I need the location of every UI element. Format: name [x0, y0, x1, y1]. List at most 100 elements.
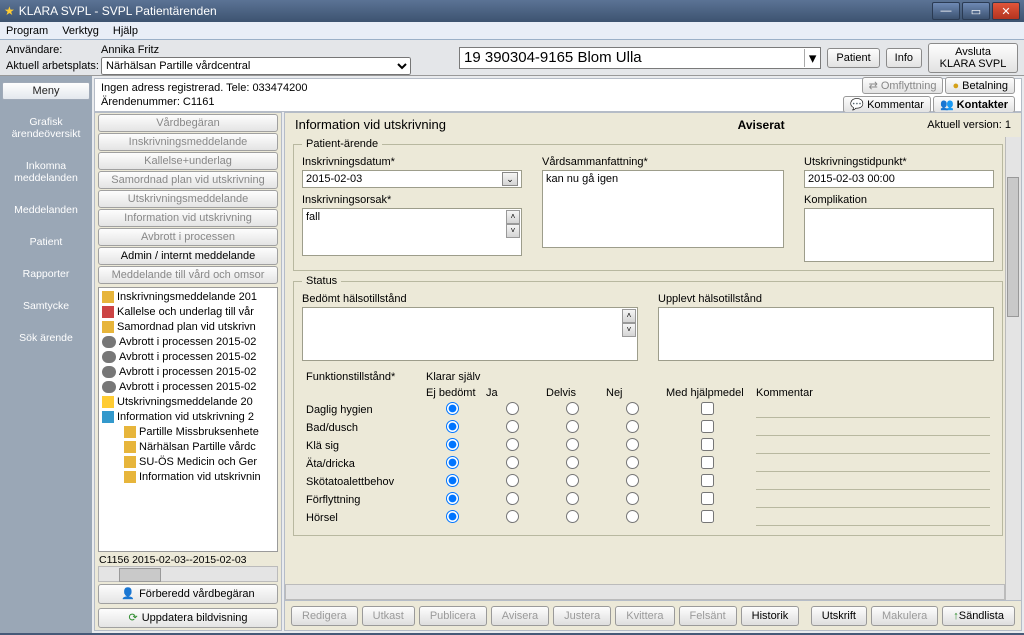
- spin-up-icon[interactable]: ˄: [622, 309, 636, 323]
- kommentar-field[interactable]: [756, 456, 990, 472]
- tree-item-0[interactable]: Inskrivningsmeddelande 201: [100, 289, 276, 304]
- patient-combo[interactable]: 19 390304-9165 Blom Ulla ▾: [459, 47, 821, 69]
- tree-item-4[interactable]: Avbrott i processen 2015-02: [100, 349, 276, 364]
- radio-ja[interactable]: [506, 492, 519, 505]
- radio-nej[interactable]: [626, 474, 639, 487]
- sidebar-item-5[interactable]: Samtycke: [0, 290, 92, 322]
- spin-down-icon[interactable]: ˅: [506, 224, 520, 238]
- radio-nej[interactable]: [626, 420, 639, 433]
- radio-ej[interactable]: [446, 402, 459, 415]
- patient-button[interactable]: Patient: [827, 48, 879, 68]
- radio-nej[interactable]: [626, 456, 639, 469]
- bottom-button-historik[interactable]: Historik: [741, 606, 800, 626]
- inskr-orsak-field[interactable]: fall ˄˅: [302, 208, 522, 256]
- kommentar-field[interactable]: [756, 420, 990, 436]
- quit-button[interactable]: Avsluta KLARA SVPL: [928, 43, 1018, 73]
- maximize-button[interactable]: ▭: [962, 2, 990, 20]
- close-button[interactable]: ✕: [992, 2, 1020, 20]
- kommentar-field[interactable]: [756, 510, 990, 526]
- action-button-0[interactable]: Vårdbegäran: [98, 114, 278, 132]
- tree-item-9[interactable]: Partille Missbruksenhete: [100, 424, 276, 439]
- update-view-button[interactable]: ⟳Uppdatera bildvisning: [98, 608, 278, 628]
- case-tree[interactable]: Inskrivningsmeddelande 201Kallelse och u…: [98, 287, 278, 552]
- radio-ej[interactable]: [446, 492, 459, 505]
- check-hjalp[interactable]: [701, 402, 714, 415]
- kompl-field[interactable]: [804, 208, 994, 262]
- radio-delvis[interactable]: [566, 474, 579, 487]
- radio-ja[interactable]: [506, 510, 519, 523]
- prepared-request-button[interactable]: 👤Förberedd vårdbegäran: [98, 584, 278, 604]
- radio-ej[interactable]: [446, 474, 459, 487]
- action-button-2[interactable]: Kallelse+underlag: [98, 152, 278, 170]
- betalning-button[interactable]: ●Betalning: [945, 77, 1015, 94]
- radio-ja[interactable]: [506, 456, 519, 469]
- kommentar-field[interactable]: [756, 492, 990, 508]
- action-button-5[interactable]: Information vid utskrivning: [98, 209, 278, 227]
- omflyttning-button[interactable]: ⇄Omflyttning: [862, 77, 944, 94]
- check-hjalp[interactable]: [701, 492, 714, 505]
- radio-nej[interactable]: [626, 438, 639, 451]
- tree-hscroll[interactable]: [98, 566, 278, 582]
- radio-delvis[interactable]: [566, 510, 579, 523]
- utskrift-button[interactable]: Utskrift: [811, 606, 867, 626]
- tree-item-12[interactable]: Information vid utskrivnin: [100, 469, 276, 484]
- vss-field[interactable]: kan nu gå igen: [542, 170, 784, 248]
- tree-item-11[interactable]: SU-ÖS Medicin och Ger: [100, 454, 276, 469]
- menu-hjalp[interactable]: Hjälp: [113, 25, 138, 37]
- radio-nej[interactable]: [626, 510, 639, 523]
- upplevt-field[interactable]: [658, 307, 994, 361]
- check-hjalp[interactable]: [701, 456, 714, 469]
- bedomt-field[interactable]: ˄˅: [302, 307, 638, 361]
- spin-up-icon[interactable]: ˄: [506, 210, 520, 224]
- radio-delvis[interactable]: [566, 420, 579, 433]
- sidebar-item-3[interactable]: Patient: [0, 226, 92, 258]
- action-button-7[interactable]: Admin / internt meddelande: [98, 247, 278, 265]
- meny-header[interactable]: Meny: [2, 82, 90, 100]
- tree-item-5[interactable]: Avbrott i processen 2015-02: [100, 364, 276, 379]
- action-button-4[interactable]: Utskrivningsmeddelande: [98, 190, 278, 208]
- radio-ja[interactable]: [506, 420, 519, 433]
- radio-delvis[interactable]: [566, 438, 579, 451]
- action-button-8[interactable]: Meddelande till vård och omsor: [98, 266, 278, 284]
- bottom-button-utkast[interactable]: Utkast: [362, 606, 415, 626]
- minimize-button[interactable]: —: [932, 2, 960, 20]
- radio-ej[interactable]: [446, 420, 459, 433]
- kommentar-field[interactable]: [756, 438, 990, 454]
- kommentar-field[interactable]: [756, 402, 990, 418]
- menu-verktyg[interactable]: Verktyg: [62, 25, 99, 37]
- bottom-button-redigera[interactable]: Redigera: [291, 606, 358, 626]
- radio-nej[interactable]: [626, 402, 639, 415]
- makulera-button[interactable]: Makulera: [871, 606, 938, 626]
- action-button-1[interactable]: Inskrivningsmeddelande: [98, 133, 278, 151]
- radio-ej[interactable]: [446, 438, 459, 451]
- tree-item-6[interactable]: Avbrott i processen 2015-02: [100, 379, 276, 394]
- radio-ja[interactable]: [506, 438, 519, 451]
- tree-item-10[interactable]: Närhälsan Partille vårdc: [100, 439, 276, 454]
- utskrivtid-field[interactable]: 2015-02-03 00:00: [804, 170, 994, 188]
- bottom-button-justera[interactable]: Justera: [553, 606, 611, 626]
- radio-ej[interactable]: [446, 456, 459, 469]
- sidebar-item-2[interactable]: Meddelanden: [0, 194, 92, 226]
- check-hjalp[interactable]: [701, 474, 714, 487]
- bottom-button-kvittera[interactable]: Kvittera: [615, 606, 674, 626]
- check-hjalp[interactable]: [701, 438, 714, 451]
- tree-item-3[interactable]: Avbrott i processen 2015-02: [100, 334, 276, 349]
- workplace-select[interactable]: Närhälsan Partille vårdcentral: [101, 57, 411, 75]
- radio-ja[interactable]: [506, 474, 519, 487]
- menu-program[interactable]: Program: [6, 25, 48, 37]
- sidebar-item-4[interactable]: Rapporter: [0, 258, 92, 290]
- radio-ej[interactable]: [446, 510, 459, 523]
- kommentar-field[interactable]: [756, 474, 990, 490]
- radio-delvis[interactable]: [566, 456, 579, 469]
- info-button[interactable]: Info: [886, 48, 922, 68]
- action-button-6[interactable]: Avbrott i processen: [98, 228, 278, 246]
- bottom-button-publicera[interactable]: Publicera: [419, 606, 487, 626]
- tree-item-8[interactable]: Information vid utskrivning 2: [100, 409, 276, 424]
- radio-nej[interactable]: [626, 492, 639, 505]
- form-vscroll[interactable]: [1005, 137, 1021, 600]
- radio-delvis[interactable]: [566, 402, 579, 415]
- radio-ja[interactable]: [506, 402, 519, 415]
- sidebar-item-6[interactable]: Sök ärende: [0, 322, 92, 354]
- kontakter-button[interactable]: 👥Kontakter: [933, 96, 1015, 113]
- sidebar-item-1[interactable]: Inkomna meddelanden: [0, 150, 92, 194]
